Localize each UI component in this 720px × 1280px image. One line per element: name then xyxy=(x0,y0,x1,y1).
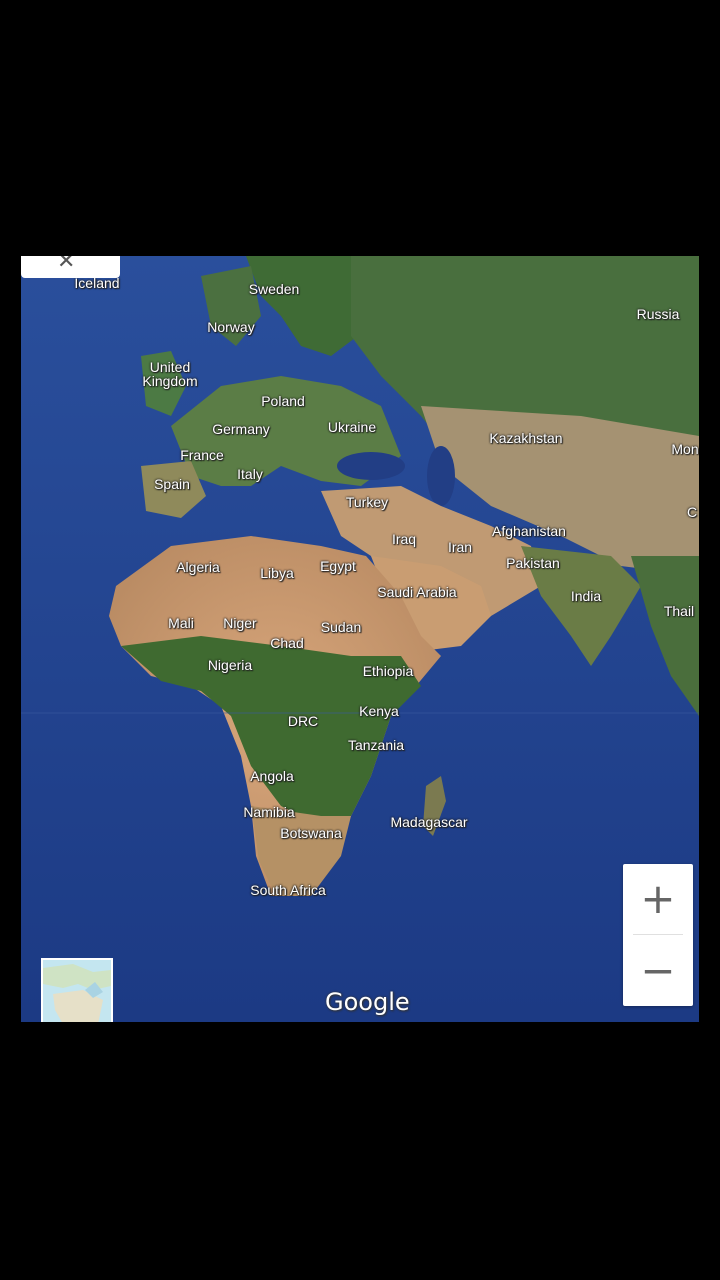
map-label-nigeria[interactable]: Nigeria xyxy=(208,658,252,672)
close-icon: ✕ xyxy=(57,256,76,273)
satellite-terrain xyxy=(21,256,699,1022)
map-label-niger[interactable]: Niger xyxy=(223,616,256,630)
map-label-botswana[interactable]: Botswana xyxy=(280,826,341,840)
map-label-south-africa[interactable]: South Africa xyxy=(250,883,326,897)
map-label-germany[interactable]: Germany xyxy=(212,422,270,436)
map-label-egypt[interactable]: Egypt xyxy=(320,559,356,573)
map-label-russia[interactable]: Russia xyxy=(637,307,680,321)
map-label-algeria[interactable]: Algeria xyxy=(176,560,220,574)
minimap-thumbnail xyxy=(43,960,111,1022)
map-label-iran[interactable]: Iran xyxy=(448,540,472,554)
map-label-namibia[interactable]: Namibia xyxy=(243,805,294,819)
map-view[interactable]: Iceland Sweden Norway United Kingdom Pol… xyxy=(21,256,699,1022)
map-label-spain[interactable]: Spain xyxy=(154,477,190,491)
close-button[interactable]: ✕ xyxy=(21,256,120,278)
map-label-iceland[interactable]: Iceland xyxy=(74,276,119,290)
plus-icon: + xyxy=(640,874,676,923)
map-label-ethiopia[interactable]: Ethiopia xyxy=(363,664,414,678)
map-label-turkey[interactable]: Turkey xyxy=(346,495,388,509)
map-label-tanzania[interactable]: Tanzania xyxy=(348,738,404,752)
map-label-kazakhstan[interactable]: Kazakhstan xyxy=(489,431,562,445)
map-label-afghanistan[interactable]: Afghanistan xyxy=(492,524,566,538)
zoom-in-button[interactable]: + xyxy=(623,864,693,934)
map-label-sweden[interactable]: Sweden xyxy=(249,282,300,296)
map-label-thailand[interactable]: Thail xyxy=(664,604,694,618)
zoom-control: + − xyxy=(623,864,693,1006)
map-label-united-kingdom[interactable]: United Kingdom xyxy=(142,360,197,388)
map-label-ukraine[interactable]: Ukraine xyxy=(328,420,376,434)
map-label-saudi-arabia[interactable]: Saudi Arabia xyxy=(377,585,456,599)
map-label-iraq[interactable]: Iraq xyxy=(392,532,416,546)
map-label-drc[interactable]: DRC xyxy=(288,714,318,728)
zoom-divider xyxy=(633,934,683,935)
google-attribution: Google xyxy=(325,988,410,1016)
zoom-out-button[interactable]: − xyxy=(623,936,693,1006)
map-label-chad[interactable]: Chad xyxy=(270,636,303,650)
map-type-toggle[interactable] xyxy=(41,958,113,1022)
map-label-madagascar[interactable]: Madagascar xyxy=(390,815,467,829)
map-label-angola[interactable]: Angola xyxy=(250,769,294,783)
map-label-mongolia[interactable]: Mon xyxy=(671,442,698,456)
map-label-poland[interactable]: Poland xyxy=(261,394,305,408)
map-label-norway[interactable]: Norway xyxy=(207,320,254,334)
map-label-kenya[interactable]: Kenya xyxy=(359,704,399,718)
map-label-india[interactable]: India xyxy=(571,589,601,603)
minus-icon: − xyxy=(640,946,676,995)
map-label-china[interactable]: C xyxy=(687,505,697,519)
map-label-pakistan[interactable]: Pakistan xyxy=(506,556,560,570)
map-label-france[interactable]: France xyxy=(180,448,224,462)
map-label-libya[interactable]: Libya xyxy=(260,566,293,580)
map-label-mali[interactable]: Mali xyxy=(168,616,194,630)
map-label-sudan[interactable]: Sudan xyxy=(321,620,361,634)
map-label-italy[interactable]: Italy xyxy=(237,467,263,481)
